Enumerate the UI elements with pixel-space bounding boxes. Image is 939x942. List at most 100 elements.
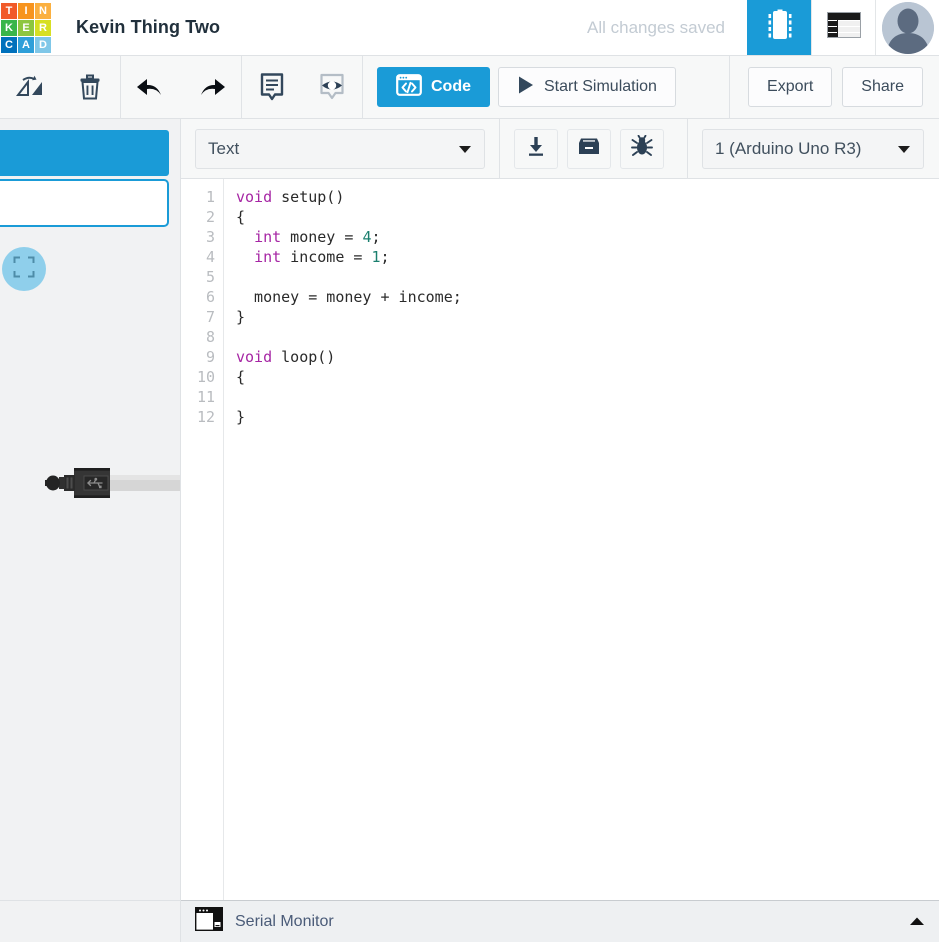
debug-button[interactable] [620,128,664,169]
serial-window-icon [194,906,224,936]
code-line: void loop() [236,347,939,367]
undo-button[interactable] [121,56,181,119]
toolbar-group-actions: Code Start Simulation [363,67,690,107]
code-editor[interactable]: 1 2 3 4 5 6 7 8 9 10 11 12 void setup(){ int money … [181,179,939,904]
start-simulation-button[interactable]: Start Simulation [498,67,676,107]
toolbar-group-view [242,55,363,119]
line-number: 2 [205,208,215,226]
logo-tile-n: N [35,3,51,19]
code-line: int money = 4; [236,227,939,247]
tinkercad-circuits-app: TIN KER CAD Kevin Thing Two All changes sa… [0,0,939,942]
usb-cable-connector[interactable] [40,459,180,520]
logo-tile-a: A [18,37,34,53]
language-select-value: Text [208,138,240,158]
code-token: ; [380,248,390,266]
code-line: void setup() [236,187,939,207]
trash-icon [78,73,102,101]
export-button[interactable]: Export [748,67,833,107]
canvas-bottom-strip [0,900,181,942]
logo-tile-c: C [1,37,17,53]
code-token: { [236,208,246,226]
notes-button[interactable] [242,56,302,119]
code-window-icon [396,73,422,101]
toolbar-group-share: Export Share [729,55,939,119]
chevron-up-icon[interactable] [909,913,925,931]
selected-panel-header[interactable] [0,130,169,176]
code-text[interactable]: void setup(){ int money = 4; int income … [224,179,939,904]
tab-components-view[interactable] [747,0,811,55]
fit-to-view-button[interactable] [2,247,46,291]
line-number: 3 [205,228,215,246]
line-number: 9 [205,348,215,366]
code-line: money = money + income; [236,287,939,307]
tab-components-list[interactable] [811,0,875,55]
debug-bug-icon [631,134,653,162]
code-button-label: Code [431,78,471,95]
code-token: { [236,368,246,386]
code-button[interactable]: Code [377,67,490,107]
components-list-icon [826,12,861,43]
logo-tile-r: R [35,20,51,36]
rotate-flip-icon [16,75,44,99]
code-panel: Text 1 (Arduino Uno R3) 1 2 3 4 5 6 7 8 … [181,118,939,904]
line-number: 10 [196,368,215,386]
code-keyword: int [254,228,282,246]
code-line: } [236,307,939,327]
visibility-button[interactable] [302,56,362,119]
code-keyword: int [254,248,282,266]
logo-tile-i: I [18,3,34,19]
play-icon [517,75,535,100]
avatar[interactable] [881,1,934,54]
circuit-canvas[interactable] [0,119,181,904]
redo-button[interactable] [181,56,241,119]
toolbar-group-edit [0,55,121,119]
rotate-button[interactable] [0,56,60,119]
share-button[interactable]: Share [842,67,923,107]
chevron-down-icon [883,139,911,159]
line-number: 4 [205,248,215,266]
user-avatar-icon [881,1,934,54]
chevron-down-icon [444,139,472,159]
notes-icon [259,72,285,102]
line-number: 11 [196,388,215,406]
language-select[interactable]: Text [195,128,485,169]
logo-tile-d: D [35,37,51,53]
line-number: 1 [205,188,215,206]
download-icon [526,135,546,162]
line-number-gutter: 1 2 3 4 5 6 7 8 9 10 11 12 [181,179,224,904]
save-status-label: All changes saved [587,17,725,37]
line-number: 12 [196,408,215,426]
start-simulation-label: Start Simulation [544,78,657,95]
delete-button[interactable] [60,56,120,119]
redo-arrow-icon [195,75,227,99]
eye-visibility-icon [318,72,346,102]
code-token: setup() [272,188,345,206]
serial-monitor-bar[interactable]: Serial Monitor [181,900,939,942]
toolbar-group-history [121,55,242,119]
code-line: int income = 1; [236,247,939,267]
logo-tile-t: T [1,3,17,19]
code-token: ; [371,228,381,246]
board-select[interactable]: 1 (Arduino Uno R3) [702,128,924,169]
serial-monitor-label: Serial Monitor [235,912,334,930]
header-divider-2 [687,118,688,179]
top-bar: TIN KER CAD Kevin Thing Two All changes sa… [0,0,939,56]
code-number: 1 [371,248,381,266]
code-line: { [236,207,939,227]
selected-panel-body[interactable] [0,179,169,227]
avatar-container [875,0,939,55]
logo-tile-e: E [18,20,34,36]
code-token: } [236,408,246,426]
fit-to-view-icon [13,256,35,283]
undo-arrow-icon [135,75,167,99]
tinkercad-logo[interactable]: TIN KER CAD [0,0,52,56]
code-token: loop() [272,348,336,366]
board-select-value: 1 (Arduino Uno R3) [715,138,862,158]
download-code-button[interactable] [514,128,558,169]
code-library-button[interactable] [567,128,611,169]
